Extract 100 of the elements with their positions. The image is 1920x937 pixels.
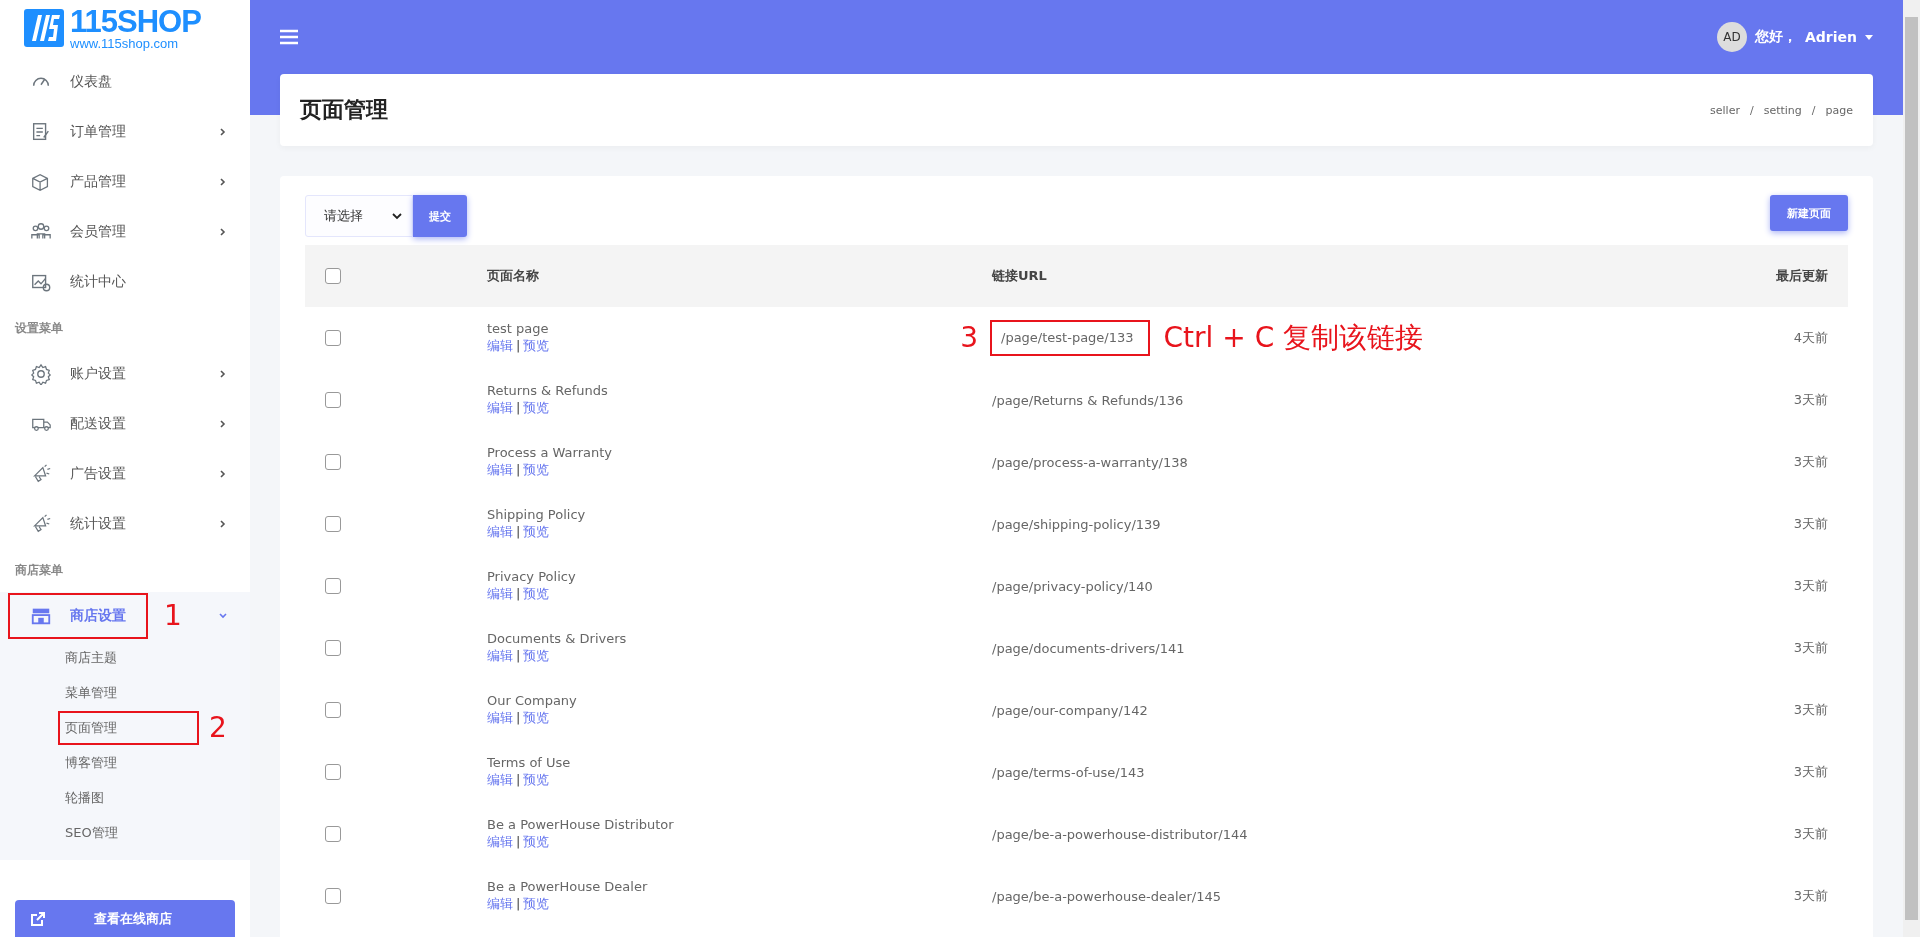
preview-link[interactable]: 预览 [523,400,550,417]
page-url: /page/be-a-powerhouse-distributor/144 [992,826,1248,842]
sidebar-item[interactable]: 配送设置 [0,399,250,450]
sidebar-item[interactable]: 商店设置 1 [0,592,250,641]
callout-number: 1 [164,602,182,631]
column-header[interactable]: 最后更新 [1776,268,1828,283]
notepad-icon [30,120,52,143]
link-separator: | [516,648,521,665]
edit-link[interactable]: 编辑 [487,710,513,727]
page-url: /page/documents-drivers/141 [992,640,1185,656]
select-field[interactable]: 请选择 [305,195,413,237]
sidebar-item[interactable]: 统计中心 [0,256,250,307]
updated-time: 3天前 [1793,392,1828,407]
page-name: Returns & Refunds [487,383,608,400]
sidebar-item[interactable]: 仪表盘 [0,56,250,107]
user-menu[interactable]: Adrien [1804,29,1857,45]
callout-note: Ctrl + C 复制该链接 [1163,324,1424,352]
sidebar-item[interactable]: 产品管理 [0,156,250,207]
callout-number: 3 [960,324,978,352]
page-url: /page/terms-of-use/143 [992,764,1145,780]
preview-link[interactable]: 预览 [523,834,550,851]
scrollbar[interactable] [1903,0,1920,937]
link-separator: | [516,896,521,913]
page-url: /page/process-a-warranty/138 [992,454,1188,470]
page-name: Our Company [487,693,577,710]
preview-link[interactable]: 预览 [523,524,550,541]
link-separator: | [516,772,521,789]
breadcrumb-separator: / [1749,103,1754,117]
logo-icon [24,9,64,48]
submenu-item[interactable]: 博客管理 [65,753,117,772]
link-separator: | [516,710,521,727]
external-link-icon [30,910,46,927]
updated-time: 3天前 [1793,826,1828,841]
row-checkbox[interactable] [325,888,341,904]
chevron-down-icon [392,212,402,220]
edit-link[interactable]: 编辑 [487,586,513,603]
edit-link[interactable]: 编辑 [487,648,513,665]
callout-number: 2 [209,713,227,742]
submenu-item[interactable]: 轮播图 [65,788,104,807]
sidebar-item[interactable]: 统计设置 [0,499,250,550]
edit-link[interactable]: 编辑 [487,772,513,789]
breadcrumb-item[interactable]: seller [1710,103,1740,117]
preview-link[interactable]: 预览 [523,338,550,355]
preview-link[interactable]: 预览 [523,586,550,603]
row-checkbox[interactable] [325,764,341,780]
edit-link[interactable]: 编辑 [487,834,513,851]
edit-link[interactable]: 编辑 [487,400,513,417]
row-checkbox[interactable] [325,454,341,470]
row-checkbox[interactable] [325,330,341,346]
column-header[interactable]: 链接URL [992,268,1047,283]
row-checkbox[interactable] [325,516,341,532]
page-url: /page/test-page/133 [992,322,1148,354]
edit-link[interactable]: 编辑 [487,524,513,541]
logo-title: 115SHOP [70,6,201,38]
link-separator: | [516,338,521,355]
link-separator: | [516,400,521,417]
page-name: Be a PowerHouse Dealer [487,879,648,896]
preview-link[interactable]: 预览 [523,462,550,479]
submenu-item[interactable]: 商店主题 [65,648,117,667]
sidebar-item[interactable]: 广告设置 [0,449,250,500]
sidebar-item[interactable]: 订单管理 [0,106,250,157]
link-separator: | [516,462,521,479]
row-checkbox[interactable] [325,578,341,594]
page-url: /page/privacy-policy/140 [992,578,1153,594]
updated-time: 3天前 [1793,578,1828,593]
menu-icon[interactable] [280,29,298,45]
preview-link[interactable]: 预览 [523,772,550,789]
avatar: AD [1716,22,1747,52]
view-store-button[interactable]: 查看在线商店 [15,900,235,937]
greeting: 您好， [1754,28,1797,46]
column-header[interactable]: 页面名称 [487,268,539,283]
sidebar-item[interactable]: 会员管理 [0,206,250,257]
row-checkbox[interactable] [325,702,341,718]
row-checkbox[interactable] [325,826,341,842]
submit-button[interactable]: 提交 [413,195,467,237]
link-separator: | [516,524,521,541]
sidebar-item[interactable]: 账户设置 [0,349,250,400]
breadcrumb-item[interactable]: setting [1763,103,1802,117]
edit-link[interactable]: 编辑 [487,896,513,913]
preview-link[interactable]: 预览 [523,896,550,913]
new-page-button[interactable]: 新建页面 [1770,195,1848,231]
preview-link[interactable]: 预览 [523,710,550,727]
submenu-item[interactable]: SEO管理 [65,823,118,842]
edit-link[interactable]: 编辑 [487,338,513,355]
preview-link[interactable]: 预览 [523,648,550,665]
page-name: Documents & Drivers [487,631,627,648]
updated-time: 3天前 [1793,516,1828,531]
edit-link[interactable]: 编辑 [487,462,513,479]
breadcrumb-item[interactable]: page [1825,103,1853,117]
page-name: Process a Warranty [487,445,612,462]
updated-time: 3天前 [1793,888,1828,903]
page-name: Privacy Policy [487,569,576,586]
page-url: /page/our-company/142 [992,702,1148,718]
select-all-checkbox[interactable] [325,268,341,284]
updated-time: 3天前 [1793,764,1828,779]
row-checkbox[interactable] [325,392,341,408]
page-url: /page/Returns & Refunds/136 [992,392,1184,408]
submenu-item[interactable]: 菜单管理 [65,683,117,702]
row-checkbox[interactable] [325,640,341,656]
page-name: Terms of Use [487,755,571,772]
